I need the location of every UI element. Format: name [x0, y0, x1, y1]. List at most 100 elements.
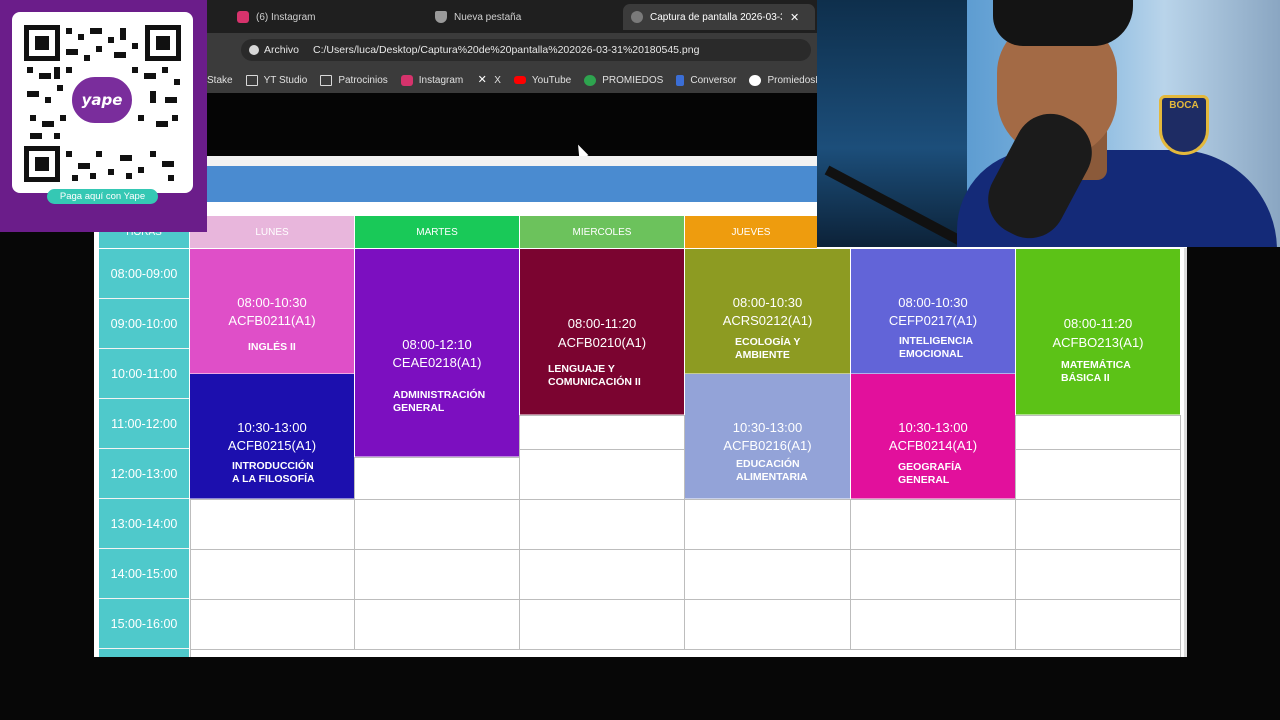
- course-time: 08:00-10:30: [237, 295, 307, 310]
- hour-slot: 08:00-09:00: [99, 249, 189, 299]
- empty-cell: [850, 499, 1016, 550]
- course-time: 08:00-11:20: [567, 316, 637, 331]
- empty-cell: [519, 449, 685, 500]
- course-name: MATEMÁTICA BÁSICA II: [1061, 359, 1131, 384]
- empty-cell: [190, 499, 355, 550]
- course-geografia-general[interactable]: 10:30-13:00 ACFB0214(A1) GEOGRAFÍA GENER…: [851, 374, 1015, 499]
- course-name: INTRODUCCIÓN A LA FILOSOFÍA: [232, 460, 315, 485]
- course-lenguaje-comunicacion[interactable]: 08:00-11:20 ACFB0210(A1) LENGUAJE Y COMU…: [520, 249, 684, 415]
- header-martes: MARTES: [355, 216, 519, 248]
- tab-strip: (6) Instagram Nueva pestaña Captura de p…: [207, 0, 817, 33]
- bookmark-label: PromiedosINFO: [767, 74, 817, 86]
- course-time: 08:00-12:10: [402, 337, 472, 352]
- course-administracion-general[interactable]: 08:00-12:10 CEAE0218(A1) ADMINISTRACIÓN …: [355, 249, 519, 457]
- empty-cell: [850, 549, 1016, 600]
- course-ingles-ii[interactable]: 08:00-10:30 ACFB0211(A1) INGLÉS II: [190, 249, 354, 374]
- bookmark-youtube[interactable]: YouTube: [513, 74, 572, 86]
- conversor-icon: [676, 74, 685, 86]
- course-educacion-alimentaria[interactable]: 10:30-13:00 ACFB0216(A1) EDUCACIÓN ALIME…: [685, 374, 850, 499]
- empty-cell: [354, 599, 520, 650]
- empty-cell: [519, 415, 685, 450]
- hour-slot-partial: [99, 649, 189, 657]
- bookmark-label: Instagram: [418, 74, 464, 86]
- globe-icon: [631, 11, 643, 23]
- tab-label: (6) Instagram: [256, 11, 316, 23]
- course-name: LENGUAJE Y COMUNICACIÓN II: [548, 363, 641, 388]
- course-time: 08:00-11:20: [1063, 316, 1133, 331]
- tab-screenshot[interactable]: Captura de pantalla 2026-03-31 1 ✕: [623, 4, 815, 30]
- course-code: ACFB0211(A1): [228, 313, 316, 328]
- course-introduccion-filosofia[interactable]: 10:30-13:00 ACFB0215(A1) INTRODUCCIÓN A …: [190, 374, 354, 499]
- course-matematica-basica[interactable]: 08:00-11:20 ACFBO213(A1) MATEMÁTICA BÁSI…: [1016, 249, 1180, 415]
- empty-cell: [1015, 599, 1181, 650]
- bookmark-patrocinios[interactable]: Patrocinios: [320, 74, 388, 86]
- empty-cell: [190, 599, 355, 650]
- close-tab-icon[interactable]: ✕: [790, 11, 799, 24]
- hour-slot: 11:00-12:00: [99, 399, 189, 449]
- screen: (6) Instagram Nueva pestaña Captura de p…: [0, 0, 1280, 720]
- webcam-overlay: BOCA: [817, 0, 1280, 247]
- empty-cell: [684, 599, 851, 650]
- bookmark-x[interactable]: ✕ X: [476, 73, 501, 86]
- bookmark-promiedos[interactable]: PROMIEDOS: [584, 74, 664, 86]
- course-name: ADMINISTRACIÓN GENERAL: [393, 389, 486, 414]
- empty-cell: [519, 549, 685, 600]
- course-time: 10:30-13:00: [237, 420, 307, 435]
- bookmark-conversor[interactable]: Conversor: [676, 74, 736, 86]
- bookmark-label: YT Studio: [263, 74, 308, 86]
- instagram-icon: [237, 11, 249, 23]
- streamer-hair: [993, 0, 1133, 46]
- course-time: 10:30-13:00: [732, 420, 803, 435]
- course-name: INGLÉS II: [248, 341, 296, 353]
- header-jueves: JUEVES: [685, 216, 817, 248]
- tab-instagram[interactable]: (6) Instagram: [237, 4, 417, 30]
- x-icon: ✕: [477, 73, 487, 86]
- url-text[interactable]: C:/Users/luca/Desktop/Captura%20de%20pan…: [313, 44, 699, 56]
- bookmark-stake[interactable]: Stake: [207, 75, 233, 86]
- empty-cell: [1015, 415, 1181, 450]
- bookmark-instagram[interactable]: Instagram: [400, 74, 464, 86]
- bookmark-promiedosinfo[interactable]: PromiedosINFO: [749, 74, 817, 86]
- course-code: ACFB0210(A1): [557, 335, 647, 350]
- tab-label: Nueva pestaña: [454, 11, 522, 23]
- scheme-label: Archivo: [264, 44, 300, 56]
- instagram-icon: [400, 74, 413, 86]
- bookmark-yt-studio[interactable]: YT Studio: [245, 74, 308, 86]
- youtube-icon: [513, 76, 526, 84]
- soccer-ball-icon: [749, 74, 762, 86]
- empty-cell: [1015, 499, 1181, 550]
- bookmarks-bar: Stake YT Studio Patrocinios Instagram ✕ …: [207, 67, 817, 93]
- info-icon[interactable]: [249, 45, 259, 55]
- yape-qr-panel: yape Paga aquí con Yape: [0, 0, 207, 232]
- course-name: ECOLOGÍA Y AMBIENTE: [735, 336, 801, 361]
- bookmark-label: PROMIEDOS: [602, 74, 664, 86]
- shield-icon: [435, 11, 447, 23]
- empty-cell: [684, 499, 851, 550]
- folder-icon: [320, 74, 333, 86]
- address-bar[interactable]: Archivo C:/Users/luca/Desktop/Captura%20…: [241, 39, 811, 61]
- pay-with-yape-button[interactable]: Paga aquí con Yape: [47, 189, 158, 204]
- course-ecologia-ambiente[interactable]: 08:00-10:30 ACRS0212(A1) ECOLOGÍA Y AMBI…: [685, 249, 850, 374]
- yape-logo: yape: [69, 74, 135, 126]
- course-code: ACRS0212(A1): [722, 313, 813, 328]
- folder-icon: [245, 74, 258, 86]
- course-time: 08:00-10:30: [898, 295, 968, 310]
- empty-cell: [850, 599, 1016, 650]
- empty-cell: [1015, 449, 1181, 500]
- bookmark-label: Patrocinios: [338, 74, 388, 86]
- hour-slot: 15:00-16:00: [99, 599, 189, 649]
- tab-new-tab[interactable]: Nueva pestaña: [435, 4, 615, 30]
- bookmark-label: YouTube: [531, 74, 572, 86]
- page-dark-area: [207, 93, 817, 156]
- tab-label: Captura de pantalla 2026-03-31 1: [650, 11, 782, 23]
- empty-cell-row-partial: [190, 649, 1181, 657]
- course-code: ACFBO213(A1): [1052, 335, 1144, 350]
- bookmark-label: Stake: [207, 74, 233, 86]
- course-name: INTELIGENCIA EMOCIONAL: [899, 335, 974, 360]
- hour-slot: 14:00-15:00: [99, 549, 189, 599]
- promiedos-icon: [584, 74, 597, 86]
- empty-cell: [684, 549, 851, 600]
- course-inteligencia-emocional[interactable]: 08:00-10:30 CEFP0217(A1) INTELIGENCIA EM…: [851, 249, 1015, 374]
- page-edge: [1184, 248, 1187, 657]
- empty-cell: [354, 499, 520, 550]
